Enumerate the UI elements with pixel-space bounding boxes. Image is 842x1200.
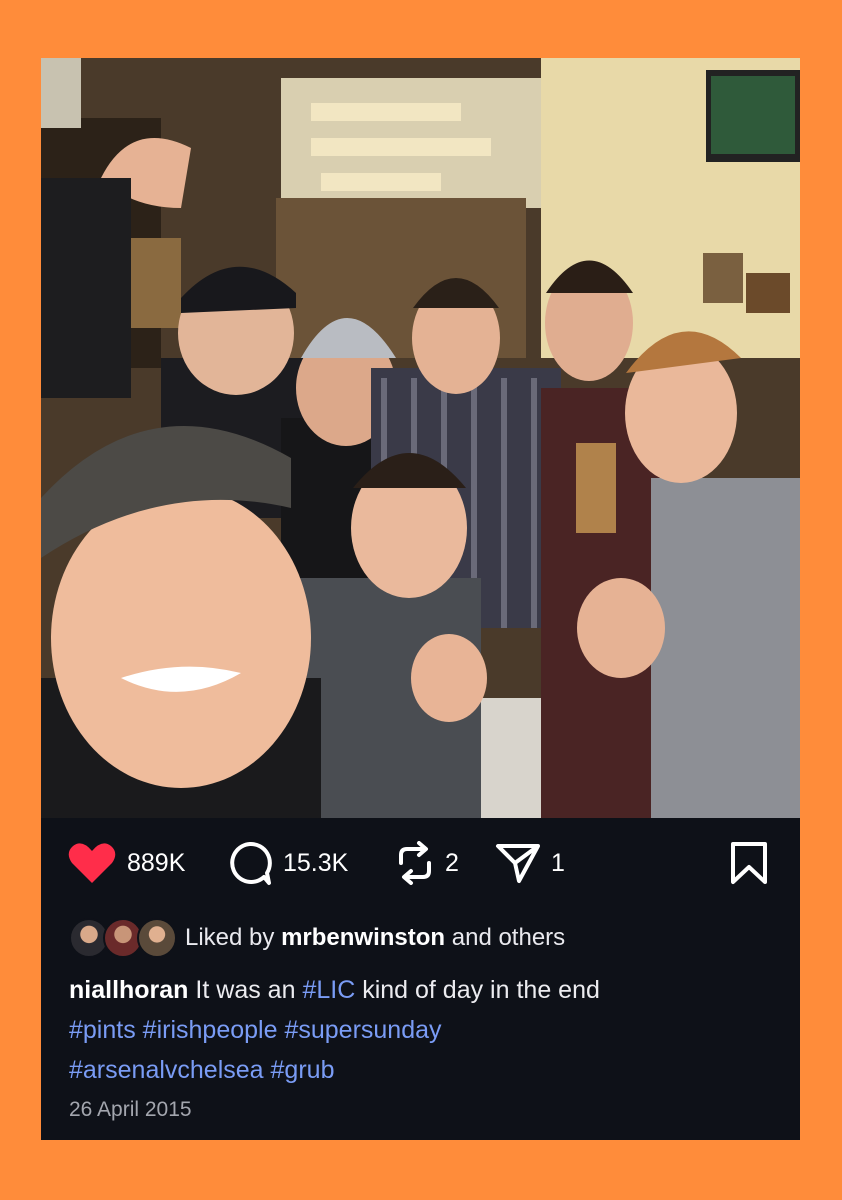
bookmark-icon bbox=[731, 842, 767, 884]
post-photo[interactable] bbox=[41, 58, 800, 818]
share-button[interactable]: 1 bbox=[495, 818, 565, 908]
liked-by-user-link[interactable]: mrbenwinston bbox=[281, 924, 445, 952]
comment-count: 15.3K bbox=[283, 848, 349, 877]
post-caption: niallhoran It was an #LIC kind of day in… bbox=[69, 970, 769, 1090]
like-button[interactable]: 889K bbox=[67, 818, 185, 908]
photo-illustration bbox=[41, 58, 800, 818]
hashtag-link[interactable]: #irishpeople bbox=[143, 1016, 278, 1044]
avatar bbox=[137, 918, 177, 958]
hashtag-link[interactable]: #pints bbox=[69, 1016, 136, 1044]
liked-by-prefix: Liked by bbox=[185, 924, 275, 951]
save-button[interactable] bbox=[729, 818, 769, 908]
heart-icon bbox=[68, 843, 116, 883]
send-icon bbox=[496, 844, 540, 883]
like-count: 889K bbox=[127, 848, 186, 877]
hashtag-link[interactable]: #grub bbox=[271, 1056, 335, 1084]
caption-text: It was an bbox=[195, 976, 296, 1004]
comment-bubble-icon bbox=[230, 842, 272, 885]
caption-text: kind of day in the end bbox=[362, 976, 600, 1004]
post-date: 26 April 2015 bbox=[69, 1098, 192, 1121]
repost-icon bbox=[399, 841, 431, 885]
hashtag-link[interactable]: #arsenalvchelsea bbox=[69, 1056, 264, 1084]
hashtag-link[interactable]: #LIC bbox=[302, 976, 355, 1004]
share-count: 1 bbox=[551, 848, 565, 877]
post-card: 889K 15.3K 2 1 Liked by mrbenwinston and… bbox=[41, 58, 800, 1140]
hashtag-link[interactable]: #supersunday bbox=[284, 1016, 441, 1044]
liked-by-row: Liked by mrbenwinston and others bbox=[69, 918, 565, 958]
author-username[interactable]: niallhoran bbox=[69, 976, 188, 1004]
comment-button[interactable]: 15.3K bbox=[227, 818, 348, 908]
liked-by-suffix: and others bbox=[451, 924, 566, 951]
action-bar: 889K 15.3K 2 1 bbox=[41, 818, 800, 908]
liked-by-avatars[interactable] bbox=[69, 918, 177, 958]
repost-button[interactable]: 2 bbox=[395, 818, 459, 908]
repost-count: 2 bbox=[445, 848, 459, 877]
